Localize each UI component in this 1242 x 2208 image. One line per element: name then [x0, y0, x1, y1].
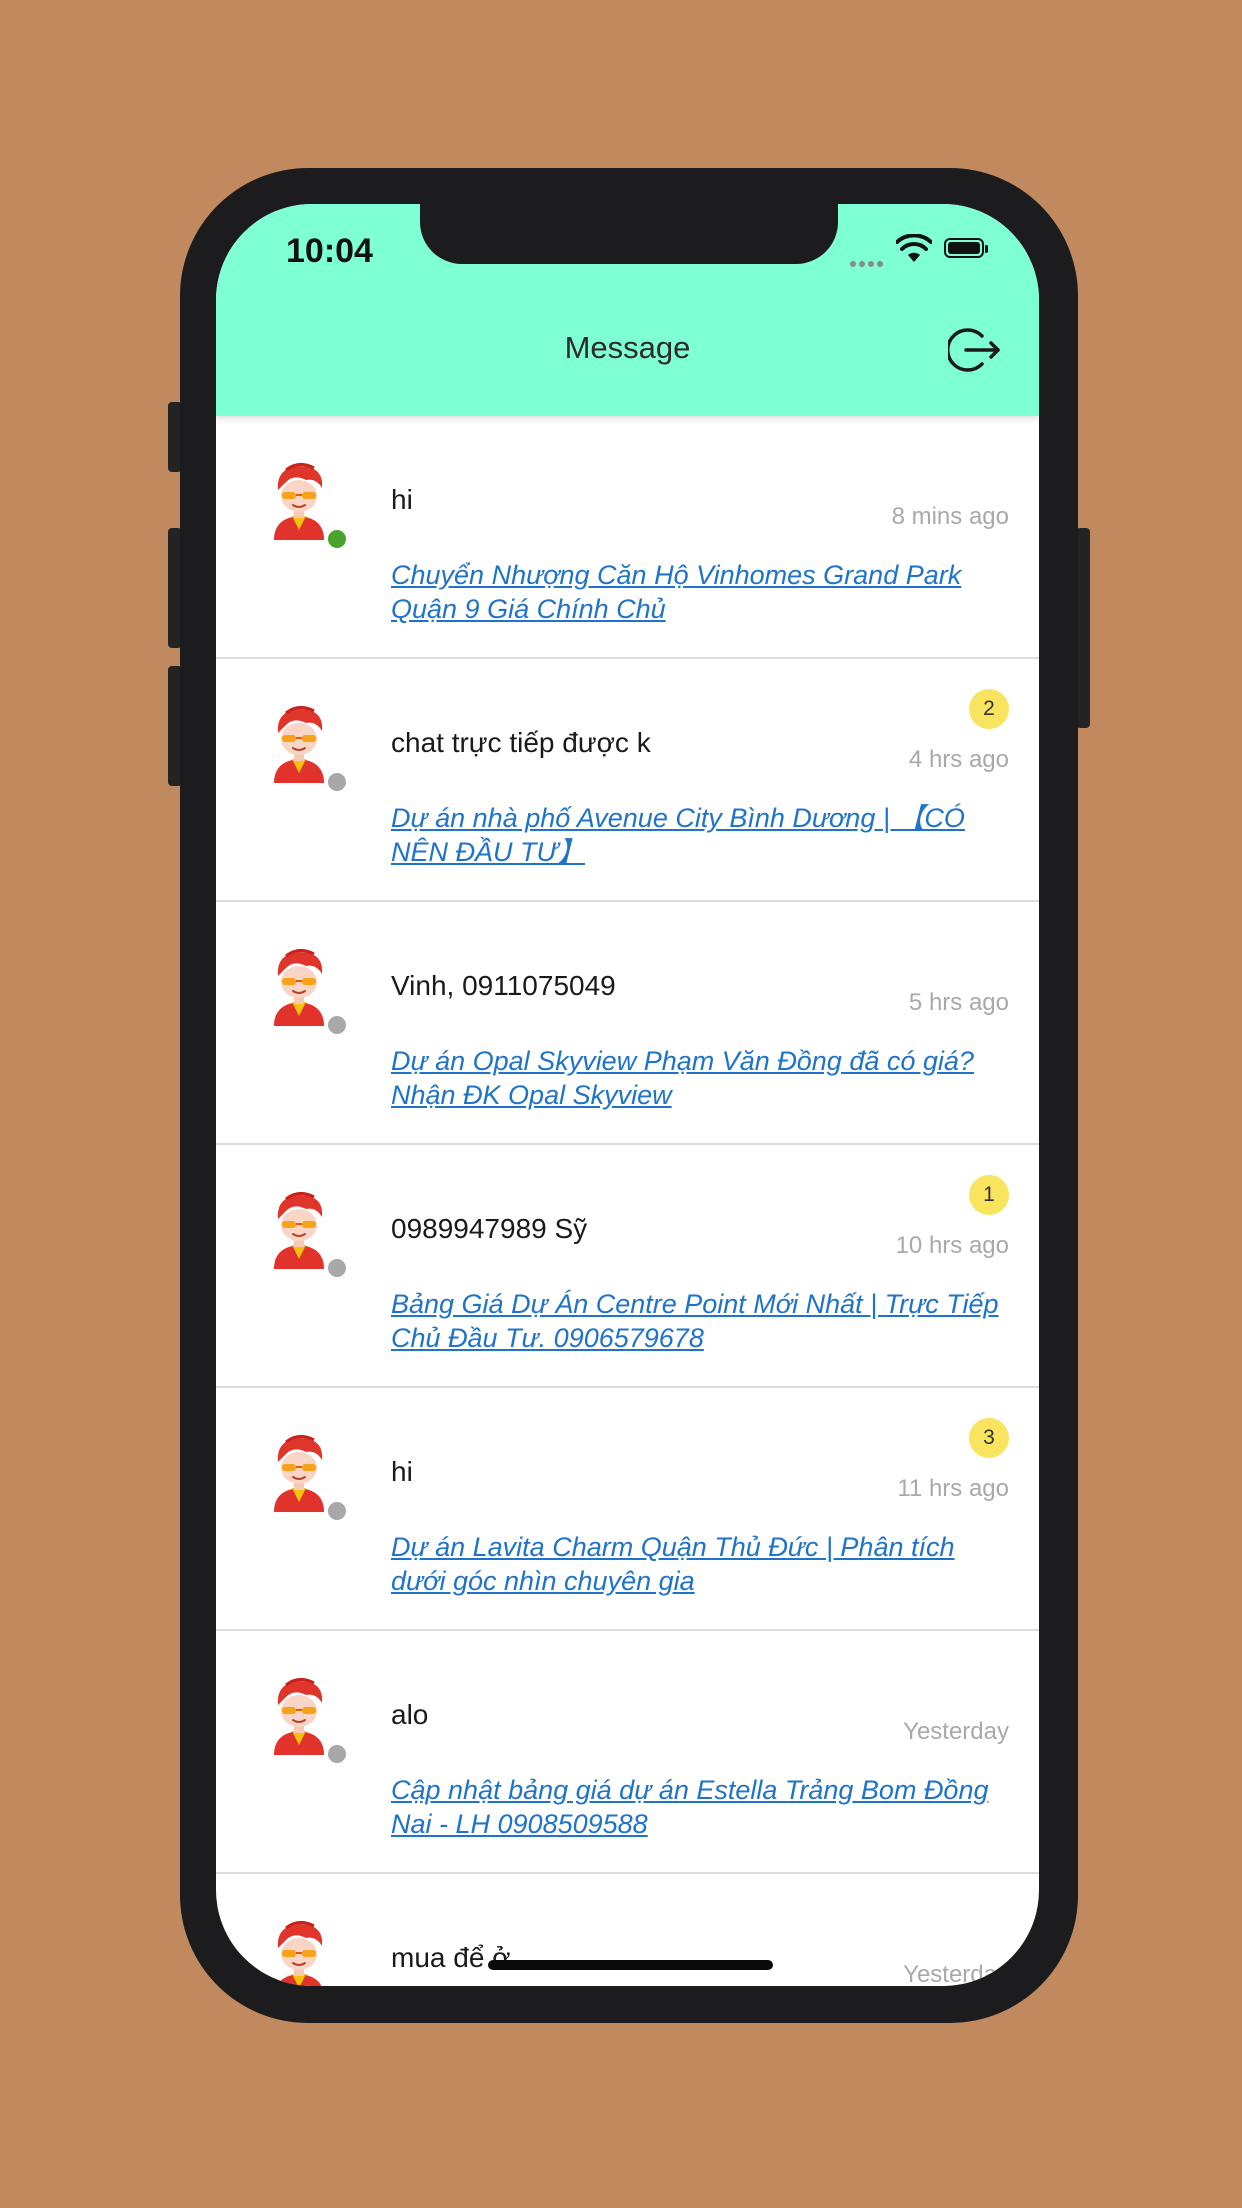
conversation-time: Yesterday [903, 1718, 1009, 1745]
conversation-name: hi [391, 1456, 413, 1487]
conversation-row[interactable]: 0989947989 Sỹ 1 10 hrs ago Bảng Giá Dự Án C… [216, 1145, 1039, 1388]
unread-badge: 3 [969, 1418, 1009, 1458]
conversation-name: 0989947989 Sỹ [391, 1213, 588, 1244]
conversation-row[interactable]: Vinh, 0911075049 5 hrs ago Dự án Opal Skyv… [216, 902, 1039, 1145]
conversation-time: 5 hrs ago [908, 989, 1009, 1016]
unread-badge: 1 [969, 1175, 1009, 1215]
avatar [266, 1432, 332, 1512]
listing-link[interactable]: Chuyển Nhượng Căn Hộ Vinhomes Grand Park… [391, 558, 1001, 626]
signal-icon [850, 254, 886, 267]
avatar [266, 1675, 332, 1755]
avatar [266, 460, 332, 540]
conversation-time: 10 hrs ago [895, 1232, 1009, 1259]
offline-indicator [326, 1257, 348, 1279]
app-header: 10:04 Message [216, 204, 1039, 416]
conversation-time: Yesterday [903, 1961, 1009, 1986]
conversation-name: hi [391, 484, 413, 515]
battery-icon [944, 238, 988, 258]
avatar [266, 946, 332, 1026]
listing-link[interactable]: Dự án Lavita Charm Quận Thủ Đức | Phân t… [391, 1530, 1001, 1598]
notch [420, 204, 838, 264]
logout-icon[interactable] [948, 326, 1002, 374]
offline-indicator [326, 1500, 348, 1522]
power-button [1076, 528, 1090, 728]
listing-link[interactable]: Bảng Giá Dự Án Centre Point Mới Nhất | T… [391, 1287, 1001, 1355]
listing-link[interactable]: Dự án Opal Skyview Phạm Văn Đồng đã có g… [391, 1044, 1001, 1112]
conversation-name: alo [391, 1699, 429, 1730]
offline-indicator [326, 771, 348, 793]
conversation-list: hi 8 mins ago Chuyển Nhượng Căn Hộ Vinhome… [216, 416, 1039, 1986]
offline-indicator [326, 1014, 348, 1036]
status-time: 10:04 [286, 232, 373, 270]
conversation-time: 11 hrs ago [897, 1475, 1009, 1502]
online-indicator [326, 528, 348, 550]
home-indicator[interactable] [488, 1960, 773, 1970]
avatar [266, 1918, 332, 1986]
page-title: Message [564, 330, 691, 365]
conversation-row[interactable]: chat trực tiếp được k 2 4 hrs ago Dự án nhà… [216, 659, 1039, 902]
conversation-row[interactable]: hi 3 11 hrs ago Dự án Lavita Charm Quận Thủ… [216, 1388, 1039, 1631]
conversation-row[interactable]: hi 8 mins ago Chuyển Nhượng Căn Hộ Vinhome… [216, 416, 1039, 659]
avatar [266, 1189, 332, 1269]
wifi-icon [896, 234, 932, 262]
avatar [266, 703, 332, 783]
listing-link[interactable]: Cập nhật bảng giá dự án Estella Trảng Bo… [391, 1773, 1001, 1841]
listing-link[interactable]: Dự án nhà phố Avenue City Bình Dương | 【… [391, 801, 1001, 869]
conversation-time: 8 mins ago [891, 503, 1009, 530]
unread-badge: 2 [969, 689, 1009, 729]
app-screen: 10:04 Message hi 8 mins ago Chuyển Nhượng … [216, 204, 1039, 1986]
conversation-name: chat trực tiếp được k [391, 727, 651, 758]
conversation-row[interactable]: alo Yesterday Cập nhật bảng giá dự án Este… [216, 1631, 1039, 1874]
offline-indicator [326, 1743, 348, 1765]
conversation-name: Vinh, 0911075049 [391, 970, 616, 1001]
conversation-time: 4 hrs ago [908, 746, 1009, 773]
